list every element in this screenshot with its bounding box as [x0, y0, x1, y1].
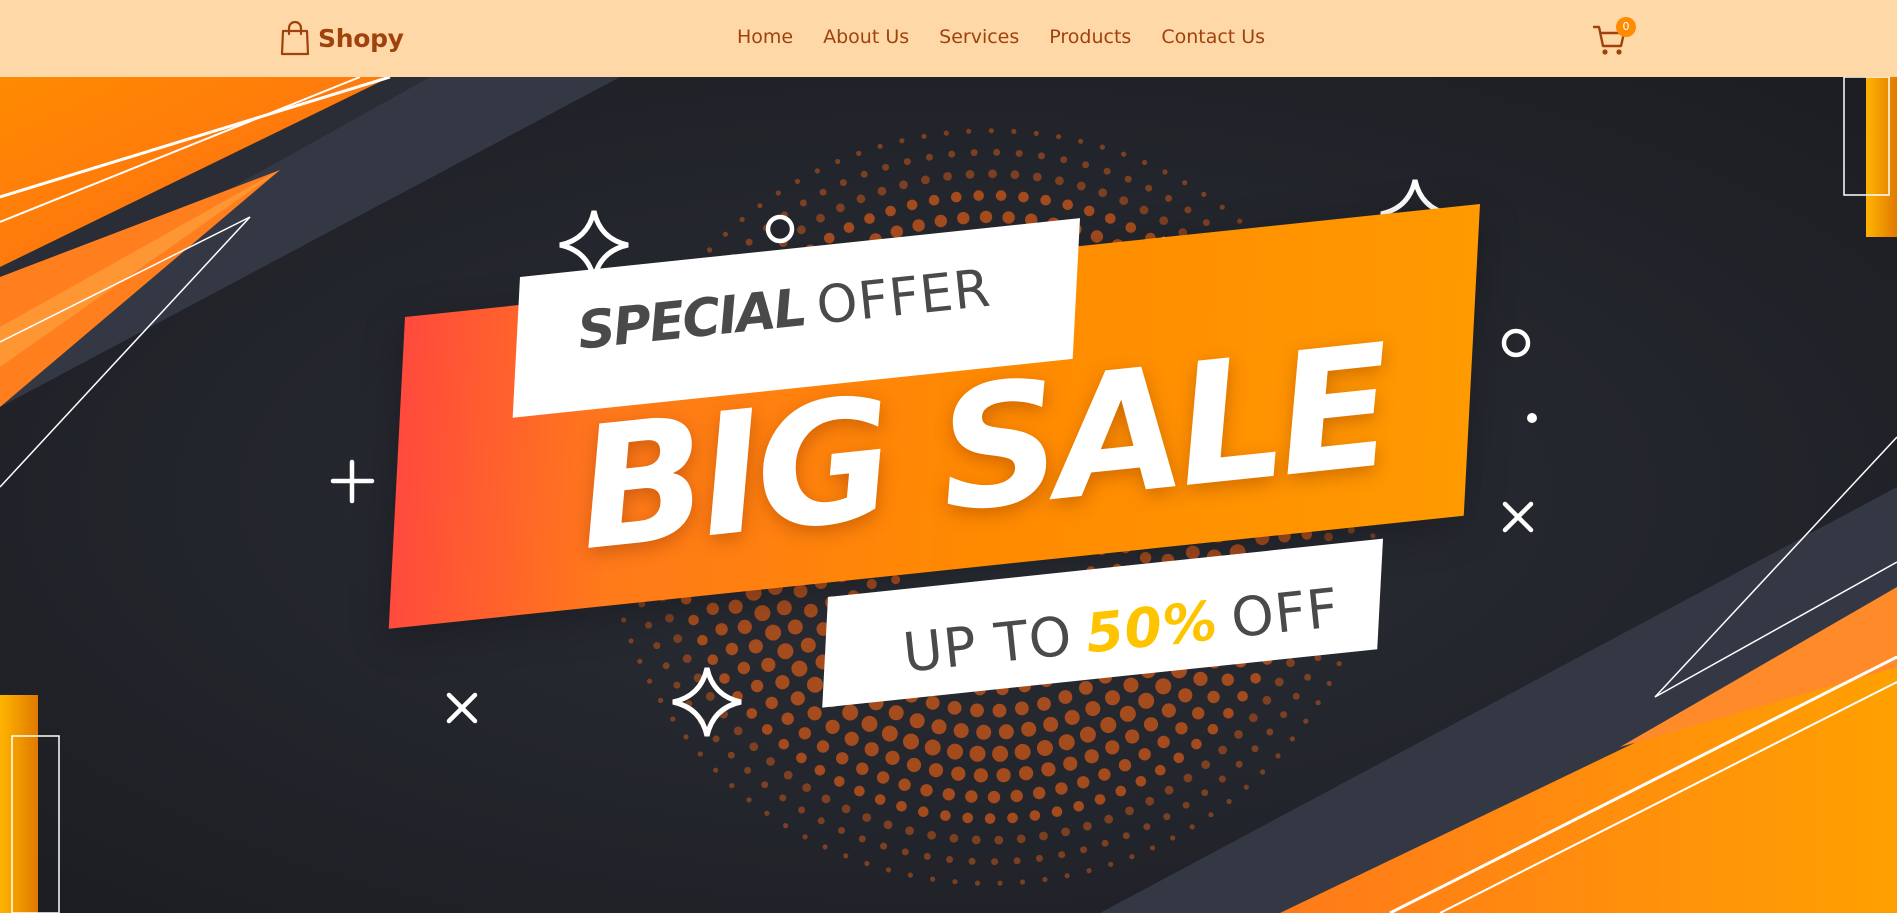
cart-count-badge: 0 — [1616, 17, 1636, 37]
nav-link-home[interactable]: Home — [737, 22, 793, 52]
main-nav: Home About Us Services Products Contact … — [737, 22, 1295, 52]
navbar: Shopy Home About Us Services Products Co… — [0, 0, 1897, 77]
sale-banner: SPECIAL OFFER BIG SALE UP TO 50% OFF — [0, 77, 1897, 913]
nav-link-about-us[interactable]: About Us — [823, 22, 909, 52]
shopping-bag-icon — [280, 20, 310, 56]
brand-logo-link[interactable]: Shopy — [280, 18, 404, 58]
cart-button[interactable]: 0 — [1592, 17, 1636, 58]
off-label: OFF — [1228, 576, 1342, 651]
brand-name: Shopy — [318, 23, 404, 53]
nav-link-products[interactable]: Products — [1049, 22, 1131, 52]
nav-link-services[interactable]: Services — [939, 22, 1019, 52]
nav-link-contact-us[interactable]: Contact Us — [1161, 22, 1265, 52]
hero-banner: SPECIAL OFFER BIG SALE UP TO 50% OFF — [0, 77, 1897, 913]
